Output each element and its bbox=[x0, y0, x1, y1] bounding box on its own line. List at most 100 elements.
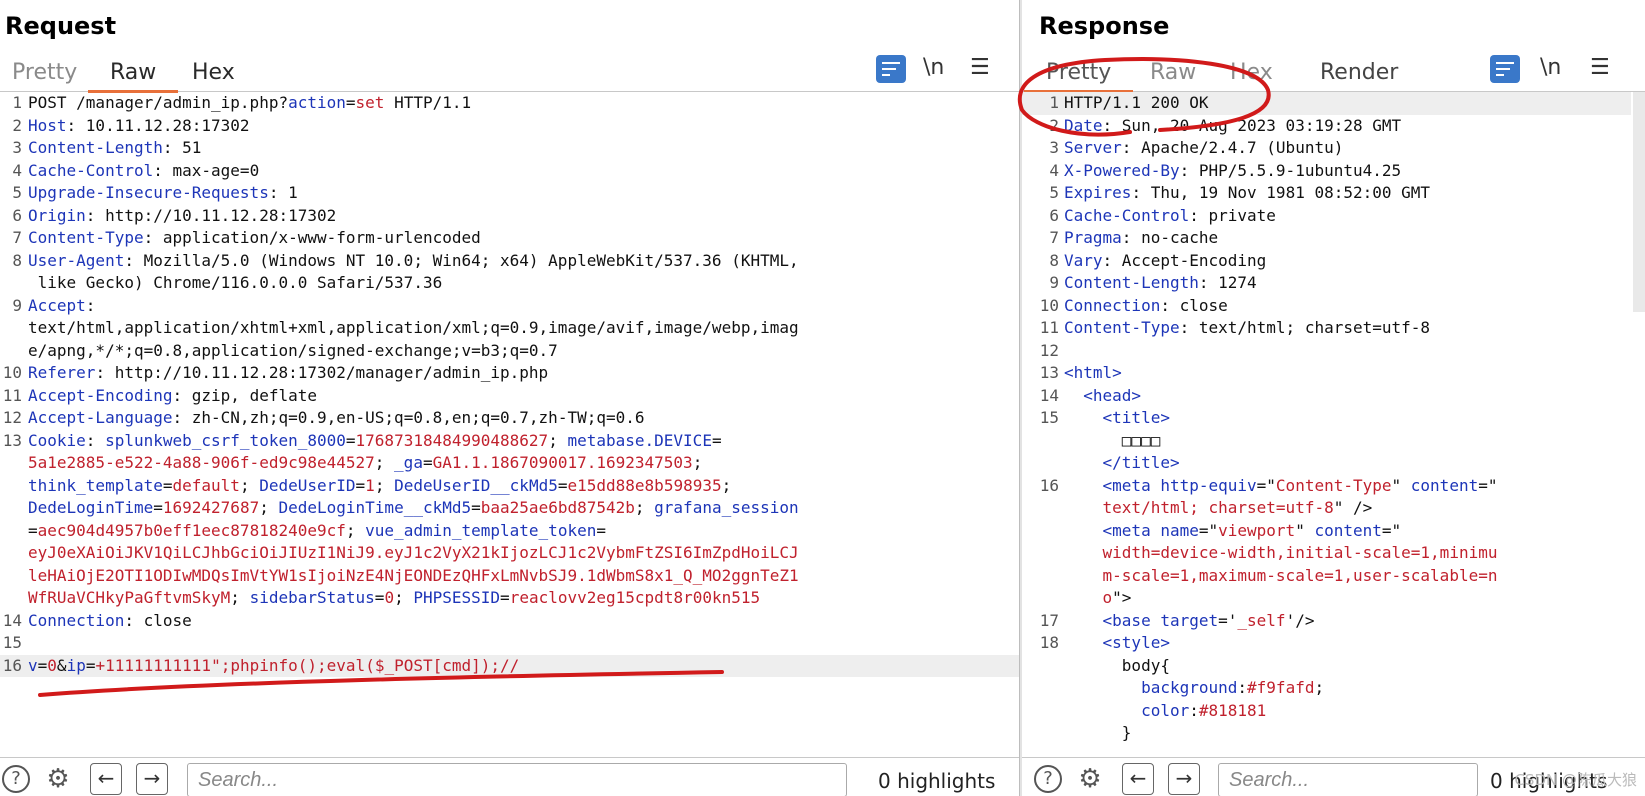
request-tab-raw[interactable]: Raw bbox=[88, 58, 179, 93]
forward-arrow-icon[interactable]: → bbox=[1168, 763, 1200, 795]
line-code: Content-Type: text/html; charset=utf-8 bbox=[1064, 317, 1430, 340]
request-code-line: think_template=default; DedeUserID=1; De… bbox=[0, 475, 1020, 498]
code-token: Referer bbox=[28, 363, 96, 382]
response-code-line: background:#f9fafd; bbox=[1022, 677, 1631, 700]
code-token: = bbox=[28, 520, 38, 540]
code-token: : max-age=0 bbox=[153, 160, 260, 180]
code-token: : bbox=[1189, 700, 1199, 720]
request-tab-pretty[interactable]: Pretty bbox=[0, 58, 99, 90]
code-token: v bbox=[28, 655, 38, 675]
response-scrollbar[interactable] bbox=[1633, 92, 1645, 312]
request-newline-toggle[interactable]: \n bbox=[923, 55, 944, 80]
request-menu-icon[interactable]: ☰ bbox=[970, 55, 990, 80]
line-code: Cookie: splunkweb_csrf_token_8000=176873… bbox=[28, 430, 722, 453]
code-token: splunkweb_csrf_token_8000 bbox=[105, 430, 346, 450]
code-token: e/apng,*/*;q=0.8,application/signed-exch… bbox=[28, 340, 558, 360]
line-code: <style> bbox=[1064, 632, 1170, 655]
line-code: <meta name="viewport" content=" bbox=[1064, 520, 1402, 543]
back-arrow-icon[interactable]: ← bbox=[1122, 763, 1154, 795]
code-token: ; bbox=[394, 588, 414, 607]
forward-arrow-icon[interactable]: → bbox=[136, 763, 168, 795]
response-code-line: 15 <title> bbox=[1022, 407, 1631, 430]
code-token: : Mozilla/5.0 (Windows NT 10.0; Win64; x… bbox=[124, 250, 799, 270]
line-number: 15 bbox=[1039, 408, 1059, 427]
code-token: Host bbox=[28, 115, 67, 135]
response-newline-toggle[interactable]: \n bbox=[1540, 55, 1561, 80]
watermark: CSDN @陈瓜大狼 bbox=[1514, 771, 1637, 789]
code-token: DedeLoginTime bbox=[28, 498, 154, 517]
request-code-line: 2 Host: 10.11.12.28:17302 bbox=[0, 115, 1020, 138]
back-arrow-icon[interactable]: ← bbox=[90, 763, 122, 795]
code-token: DedeUserID__ckMd5 bbox=[394, 475, 558, 495]
code-token: Content-Type bbox=[1064, 318, 1180, 337]
help-icon[interactable]: ? bbox=[2, 765, 30, 793]
line-code: X-Powered-By: PHP/5.5.9-1ubuntu4.25 bbox=[1064, 160, 1401, 183]
line-number: 3 bbox=[1049, 138, 1059, 157]
response-code-line: 5 Expires: Thu, 19 Nov 1981 08:52:00 GMT bbox=[1022, 182, 1631, 205]
code-token: Accept-Language bbox=[28, 408, 173, 427]
response-code-line: <meta name="viewport" content=" bbox=[1022, 520, 1631, 543]
settings-gear-icon[interactable]: ⚙ bbox=[1076, 765, 1104, 793]
line-code: POST /manager/admin_ip.php?action=set HT… bbox=[28, 92, 471, 115]
code-token: & bbox=[56, 655, 67, 675]
code-token: 0 bbox=[47, 655, 57, 675]
response-editor[interactable]: 1 HTTP/1.1 200 OK 2 Date: Sun, 20 Aug 2023 … bbox=[1022, 92, 1631, 758]
request-wrap-lines-button[interactable] bbox=[876, 55, 906, 83]
code-token: e15dd88e8b598935 bbox=[567, 475, 722, 495]
request-code-line: text/html,application/xhtml+xml,applicat… bbox=[0, 317, 1020, 340]
code-token: eyJ0eXAiOiJKV1QiLCJhbGciOiJIUzI1NiJ9.eyJ… bbox=[28, 543, 799, 562]
response-tab-render[interactable]: Render bbox=[1298, 58, 1420, 90]
request-panel: Request Pretty Raw Hex \n ☰ 1 POST /manag… bbox=[0, 0, 1020, 796]
request-footer: ? ⚙ ← → Search... 0 highlights bbox=[0, 757, 1020, 796]
code-token: like Gecko) Chrome/116.0.0.0 Safari/537.… bbox=[28, 273, 443, 292]
request-code-line: 15 bbox=[0, 632, 1020, 655]
line-code: <html> bbox=[1064, 362, 1122, 385]
code-token: Cache-Control bbox=[1064, 205, 1190, 225]
line-code: m-scale=1,maximum-scale=1,user-scalable=… bbox=[1064, 565, 1498, 588]
response-tab-pretty[interactable]: Pretty bbox=[1024, 58, 1134, 93]
code-token: } bbox=[1064, 723, 1132, 742]
code-token: : 10.11.12.28:17302 bbox=[66, 115, 250, 135]
response-code-line: o"> bbox=[1022, 587, 1631, 610]
request-search-input[interactable]: Search... bbox=[187, 763, 847, 796]
response-search-input[interactable]: Search... bbox=[1218, 763, 1478, 796]
code-token: □□□□ bbox=[1064, 430, 1161, 450]
line-code: Accept-Language: zh-CN,zh;q=0.9,en-US;q=… bbox=[28, 407, 645, 430]
code-token: = bbox=[345, 93, 356, 112]
code-token: Content-Length bbox=[28, 138, 163, 157]
line-code: Cache-Control: private bbox=[1064, 205, 1276, 228]
code-token: DedeLoginTime__ckMd5 bbox=[278, 498, 472, 517]
code-token: text/html,application/xhtml+xml,applicat… bbox=[28, 318, 799, 337]
line-code: think_template=default; DedeUserID=1; De… bbox=[28, 475, 731, 498]
response-menu-icon[interactable]: ☰ bbox=[1590, 55, 1610, 80]
code-token: content bbox=[1314, 520, 1382, 540]
code-token: Expires bbox=[1064, 183, 1132, 202]
code-token: 17687318484990488627 bbox=[355, 430, 549, 450]
request-code-line: 4 Cache-Control: max-age=0 bbox=[0, 160, 1020, 183]
response-code-line: text/html; charset=utf-8" /> bbox=[1022, 497, 1631, 520]
request-editor[interactable]: 1 POST /manager/admin_ip.php?action=set H… bbox=[0, 92, 1020, 758]
request-tab-hex[interactable]: Hex bbox=[170, 58, 257, 90]
help-icon[interactable]: ? bbox=[1034, 765, 1062, 793]
response-wrap-lines-button[interactable] bbox=[1490, 55, 1520, 83]
code-token: = bbox=[471, 498, 481, 517]
line-number: 13 bbox=[1039, 363, 1059, 382]
code-token: : zh-CN,zh;q=0.9,en-US;q=0.8,en;q=0.7,zh… bbox=[172, 408, 645, 427]
code-token: name bbox=[1160, 520, 1199, 540]
response-tab-raw[interactable]: Raw bbox=[1128, 58, 1218, 90]
code-token: <meta bbox=[1102, 475, 1161, 495]
code-token: : bbox=[85, 295, 96, 315]
response-tab-hex[interactable]: Hex bbox=[1208, 58, 1295, 90]
line-number: 13 bbox=[2, 430, 22, 450]
request-code-line: eyJ0eXAiOiJKV1QiLCJhbGciOiJIUzI1NiJ9.eyJ… bbox=[0, 542, 1020, 565]
settings-gear-icon[interactable]: ⚙ bbox=[44, 765, 72, 793]
code-token: " bbox=[1295, 520, 1315, 540]
code-token: : text/html; charset=utf-8 bbox=[1179, 318, 1431, 337]
line-number: 3 bbox=[12, 138, 22, 157]
line-code: Connection: close bbox=[28, 610, 192, 633]
code-token: = bbox=[711, 430, 722, 450]
line-code: } bbox=[1064, 722, 1132, 745]
code-token: HTTP/1.1 bbox=[384, 93, 472, 112]
line-number: 8 bbox=[1049, 250, 1059, 270]
